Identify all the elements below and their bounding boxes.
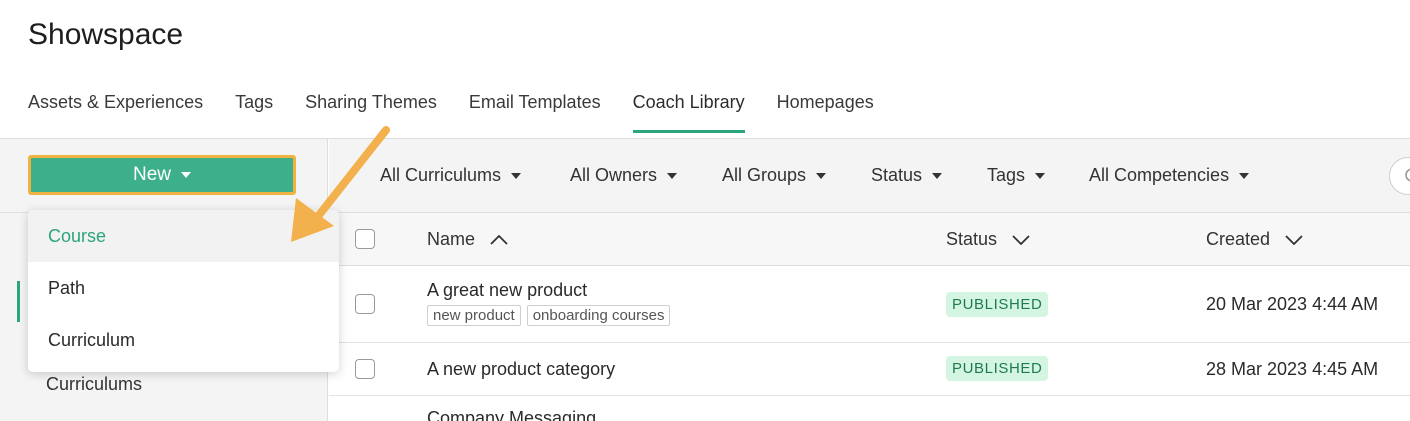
caret-down-icon [1239,173,1250,180]
table-header: Name Status Created [329,213,1410,266]
search-input[interactable] [1389,157,1410,195]
caret-down-icon [1035,173,1046,180]
filter-label: All Competencies [1089,165,1230,185]
tab-sharing-themes[interactable]: Sharing Themes [305,92,437,133]
filter-label: Status [871,165,923,185]
table-row[interactable]: A great new product new product onboardin… [329,266,1410,343]
sort-ascending-icon [490,235,508,245]
caret-down-icon [816,173,827,180]
top-tabs: Assets & Experiences Tags Sharing Themes… [28,92,906,133]
new-button-label: New [132,164,171,185]
new-button[interactable]: New [28,155,296,195]
status-badge: PUBLISHED [946,356,1049,381]
row-name[interactable]: Company Messaging [427,408,596,421]
new-dropdown-menu: Course Path Curriculum [28,210,339,372]
tab-email-templates[interactable]: Email Templates [469,92,601,133]
search-icon [1405,168,1410,182]
filter-label: Tags [987,165,1026,185]
filter-label: All Curriculums [380,165,502,185]
chevron-down-icon [1285,235,1303,246]
caret-down-icon [932,173,943,180]
row-created: 20 Mar 2023 4:44 AM [1206,294,1379,314]
table-row[interactable]: Company Messaging [329,396,1410,421]
filter-label: All Groups [722,165,807,185]
select-all-checkbox[interactable] [355,229,375,249]
row-name[interactable]: A new product category [427,359,615,380]
filter-label: All Owners [570,165,658,185]
column-header-name[interactable]: Name [427,229,508,250]
app-title: Showspace [28,18,184,51]
sidebar-active-indicator [17,281,20,322]
column-header-created[interactable]: Created [1206,229,1303,250]
table-row[interactable]: A new product category PUBLISHED 28 Mar … [329,343,1410,396]
tab-coach-library[interactable]: Coach Library [632,92,745,133]
caret-down-icon [667,173,678,180]
chevron-down-icon [1012,235,1030,246]
column-header-status[interactable]: Status [946,229,1030,250]
column-label: Created [1206,229,1271,249]
sidebar-item-curriculums[interactable]: Curriculums [46,374,142,395]
row-checkbox[interactable] [355,294,375,314]
menu-item-course[interactable]: Course [28,210,339,262]
row-checkbox[interactable] [355,359,375,379]
filter-all-groups[interactable]: All Groups [722,165,827,186]
filter-all-owners[interactable]: All Owners [570,165,678,186]
row-created: 28 Mar 2023 4:45 AM [1206,359,1379,379]
status-badge: PUBLISHED [946,292,1049,317]
filter-bar: All Curriculums All Owners All Groups St… [329,139,1410,213]
caret-down-icon [511,173,522,180]
menu-item-path[interactable]: Path [28,262,339,314]
filter-all-competencies[interactable]: All Competencies [1089,165,1250,186]
row-name[interactable]: A great new product [427,280,587,301]
filter-status[interactable]: Status [871,165,943,186]
column-label: Status [946,229,998,249]
menu-item-curriculum[interactable]: Curriculum [28,314,339,366]
tab-tags[interactable]: Tags [235,92,273,133]
tab-assets-experiences[interactable]: Assets & Experiences [28,92,203,133]
tab-homepages[interactable]: Homepages [777,92,874,133]
tag-chip[interactable]: new product [427,305,521,326]
caret-down-icon [181,172,191,178]
column-label: Name [427,229,476,249]
filter-tags[interactable]: Tags [987,165,1046,186]
row-tags: new product onboarding courses [427,304,676,326]
tag-chip[interactable]: onboarding courses [526,305,671,326]
filter-all-curriculums[interactable]: All Curriculums [380,165,522,186]
